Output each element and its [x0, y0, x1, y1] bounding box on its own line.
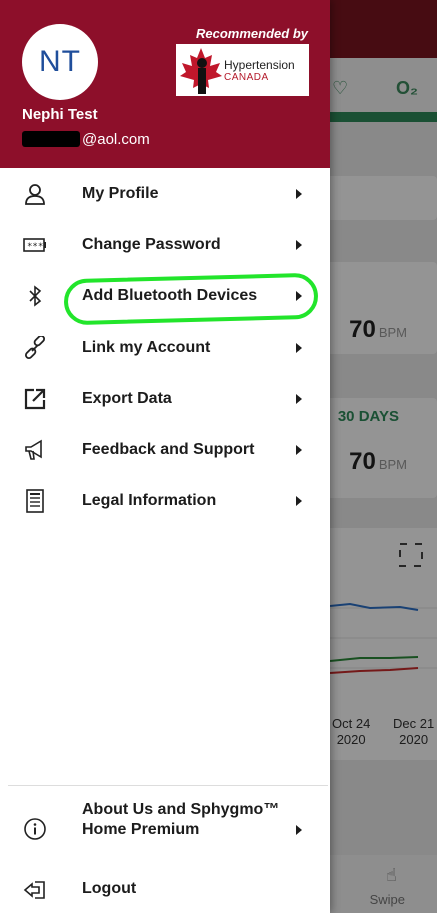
menu-item-feedback-and-support[interactable]: Feedback and Support: [0, 424, 330, 475]
partner-name: Hypertension: [224, 58, 295, 72]
menu-item-my-profile[interactable]: My Profile: [0, 168, 330, 219]
drawer-divider: [8, 785, 328, 786]
link-icon: [22, 335, 48, 361]
menu-item-link-my-account[interactable]: Link my Account: [0, 322, 330, 373]
menu-item-change-password[interactable]: *** Change Password: [0, 219, 330, 270]
menu-label: Link my Account: [82, 338, 211, 356]
chevron-right-icon: [296, 445, 302, 456]
chevron-right-icon: [296, 496, 302, 507]
drawer-header: NT Nephi Test @aol.com Recommended by Hy…: [0, 0, 330, 168]
avatar[interactable]: NT: [22, 24, 98, 100]
svg-text:***: ***: [27, 242, 43, 252]
chevron-right-icon: [296, 342, 302, 353]
menu-item-logout[interactable]: Logout: [0, 875, 330, 905]
partner-country: CANADA: [224, 72, 269, 83]
person-icon: [22, 181, 48, 207]
recommended-label: Recommended by: [196, 26, 308, 41]
email-redaction: [22, 131, 80, 147]
megaphone-icon: [22, 437, 48, 463]
info-icon: [22, 816, 48, 842]
menu-label: Logout: [82, 880, 137, 897]
highlight-annotation: [63, 272, 319, 326]
user-name: Nephi Test: [22, 106, 98, 123]
chevron-right-icon: [296, 239, 302, 250]
menu-label: About Us and Sphygmo™ Home Premium: [82, 801, 280, 838]
menu-label: Export Data: [82, 389, 172, 407]
navigation-drawer: NT Nephi Test @aol.com Recommended by Hy…: [0, 0, 330, 913]
user-email: @aol.com: [22, 129, 150, 149]
password-icon: ***: [22, 232, 48, 258]
chevron-right-icon: [296, 393, 302, 404]
menu-item-about-us[interactable]: About Us and Sphygmo™ Home Premium: [0, 800, 330, 860]
menu-label: Change Password: [82, 235, 221, 253]
menu-label: Legal Information: [82, 492, 217, 510]
drawer-menu: My Profile *** Change Password Add Bluet…: [0, 168, 330, 527]
menu-item-legal-information[interactable]: Legal Information: [0, 476, 330, 527]
menu-item-export-data[interactable]: Export Data: [0, 373, 330, 424]
menu-label: Feedback and Support: [82, 441, 255, 459]
chevron-right-icon: [296, 825, 302, 835]
bluetooth-icon: [22, 283, 48, 309]
document-icon: [22, 488, 48, 514]
chevron-right-icon: [296, 188, 302, 199]
maple-leaf-icon: [180, 48, 222, 94]
email-suffix: @aol.com: [82, 130, 150, 148]
export-icon: [22, 386, 48, 412]
avatar-initials: NT: [39, 45, 81, 78]
menu-label: My Profile: [82, 184, 159, 202]
logout-icon: [22, 877, 48, 903]
hypertension-canada-logo[interactable]: Hypertension CANADA: [176, 44, 309, 96]
